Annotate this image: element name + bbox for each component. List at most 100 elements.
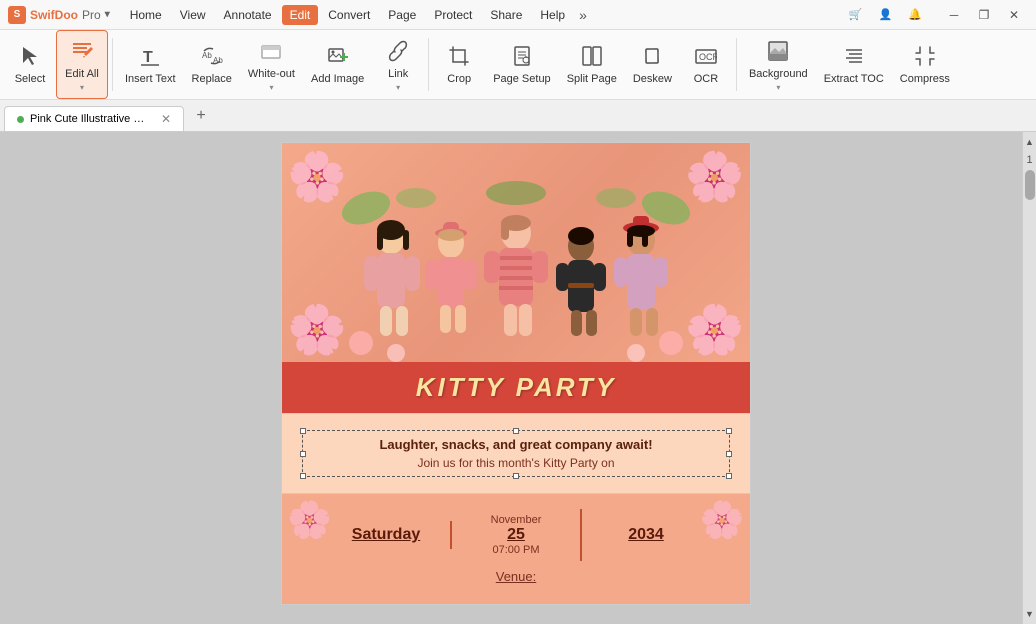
menu-help[interactable]: Help — [532, 5, 573, 25]
add-image-icon — [324, 42, 352, 70]
minimize-button[interactable]: ─ — [940, 5, 968, 25]
replace-icon: AbAb — [198, 42, 226, 70]
background-arrow: ▾ — [776, 83, 780, 92]
tool-replace[interactable]: AbAb Replace — [184, 30, 240, 99]
edit-all-label: Edit All — [65, 68, 99, 81]
user-icon[interactable]: 👤 — [873, 5, 899, 24]
tool-white-out[interactable]: White-out ▾ — [240, 30, 303, 99]
date-year-col: 2034 — [582, 521, 710, 549]
date-month-day-col: November 25 07:00 PM — [452, 509, 582, 561]
floral-top-right: 🌸 — [685, 148, 745, 205]
tool-split-page[interactable]: Split Page — [559, 30, 625, 99]
pdf-date-section: 🌸 🌸 Saturday November 25 07:00 PM 2034 V… — [281, 494, 751, 605]
tool-insert-text[interactable]: T Insert Text — [117, 30, 184, 99]
handle-top-right[interactable] — [726, 428, 732, 434]
main-content-area: 🌸 🌸 — [0, 132, 1036, 624]
invite-text-line2: Join us for this month's Kitty Party on — [313, 456, 719, 470]
app-logo[interactable]: S SwifDooPro ▾ — [8, 6, 110, 24]
app-dropdown-icon[interactable]: ▾ — [105, 9, 110, 20]
pdf-page-image-section: 🌸 🌸 — [281, 142, 751, 414]
tab-add-button[interactable]: + — [188, 103, 214, 129]
crop-icon — [445, 42, 473, 70]
menu-share[interactable]: Share — [482, 5, 530, 25]
tab-label: Pink Cute Illustrative Kitty ...pdf — [30, 113, 151, 125]
tab-close-button[interactable]: ✕ — [161, 112, 171, 126]
tool-link[interactable]: Link ▾ — [372, 30, 424, 99]
handle-top-mid[interactable] — [513, 428, 519, 434]
invite-text-line1: Laughter, snacks, and great company awai… — [313, 437, 719, 452]
background-label: Background — [749, 68, 808, 81]
date-grid: Saturday November 25 07:00 PM 2034 — [282, 509, 750, 561]
menu-protect[interactable]: Protect — [426, 5, 480, 25]
tool-deskew[interactable]: Deskew — [625, 30, 680, 99]
background-icon — [764, 37, 792, 65]
deskew-label: Deskew — [633, 73, 672, 86]
svg-text:Ab: Ab — [213, 56, 223, 65]
tool-extract-toc[interactable]: Extract TOC — [816, 30, 892, 99]
pdf-text-section: Laughter, snacks, and great company awai… — [281, 414, 751, 494]
select-icon — [16, 42, 44, 70]
page-setup-label: Page Setup — [493, 73, 551, 86]
date-time: 07:00 PM — [457, 544, 575, 556]
tool-select[interactable]: Select — [4, 30, 56, 99]
tool-compress[interactable]: Compress — [892, 30, 958, 99]
bell-icon[interactable]: 🔔 — [902, 5, 928, 24]
date-weekday-col: Saturday — [322, 521, 452, 549]
menu-convert[interactable]: Convert — [320, 5, 378, 25]
select-label: Select — [15, 73, 46, 86]
window-controls: ─ ❐ ✕ — [940, 5, 1028, 25]
tool-edit-all[interactable]: Edit All ▾ — [56, 30, 108, 99]
menu-view[interactable]: View — [172, 5, 214, 25]
women-illustration — [336, 178, 696, 378]
tool-background[interactable]: Background ▾ — [741, 30, 816, 99]
page-number: 1 — [1026, 152, 1032, 168]
floral-top-left: 🌸 — [287, 148, 347, 205]
handle-mid-right[interactable] — [726, 451, 732, 457]
tab-status-dot — [17, 116, 24, 123]
logo-icon: S — [8, 6, 26, 24]
app-name: SwifDoo — [30, 8, 78, 22]
floral-bottom-right-top: 🌸 — [685, 301, 745, 358]
svg-text:Ab: Ab — [202, 51, 212, 60]
tool-ocr[interactable]: OCR OCR — [680, 30, 732, 99]
handle-bottom-left[interactable] — [300, 473, 306, 479]
replace-label: Replace — [192, 73, 232, 86]
floral-date-left: 🌸 — [287, 499, 332, 541]
svg-text:T: T — [143, 49, 153, 66]
cart-icon[interactable]: 🛒 — [843, 5, 869, 24]
handle-top-left[interactable] — [300, 428, 306, 434]
ocr-label: OCR — [694, 73, 718, 86]
deskew-icon — [638, 42, 666, 70]
menu-edit[interactable]: Edit — [282, 5, 319, 25]
scroll-down-button[interactable]: ▼ — [1023, 604, 1036, 624]
page-image: 🌸 🌸 — [282, 143, 750, 413]
tool-crop[interactable]: Crop — [433, 30, 485, 99]
white-out-arrow: ▾ — [269, 83, 273, 92]
close-button[interactable]: ✕ — [1000, 5, 1028, 25]
svg-text:OCR: OCR — [699, 52, 717, 62]
extract-toc-label: Extract TOC — [824, 73, 884, 86]
handle-bottom-right[interactable] — [726, 473, 732, 479]
floral-date-right: 🌸 — [700, 499, 745, 541]
menu-more[interactable]: » — [575, 5, 591, 25]
white-out-icon — [257, 37, 285, 65]
menu-annotate[interactable]: Annotate — [216, 5, 280, 25]
pdf-viewer: 🌸 🌸 — [0, 132, 1036, 624]
titlebar: S SwifDooPro ▾ Home View Annotate Edit C… — [0, 0, 1036, 30]
kitty-party-banner: KITTY PARTY — [282, 362, 750, 413]
scroll-up-button[interactable]: ▲ — [1023, 132, 1036, 152]
restore-button[interactable]: ❐ — [970, 5, 998, 25]
main-toolbar: Select Edit All ▾ T Insert Text AbAb Rep… — [0, 30, 1036, 100]
scroll-thumb[interactable] — [1025, 170, 1035, 200]
tool-page-setup[interactable]: Page Setup — [485, 30, 559, 99]
compress-icon — [911, 42, 939, 70]
ocr-icon: OCR — [692, 42, 720, 70]
menu-home[interactable]: Home — [122, 5, 170, 25]
handle-bottom-mid[interactable] — [513, 473, 519, 479]
tab-document[interactable]: Pink Cute Illustrative Kitty ...pdf ✕ — [4, 106, 184, 131]
date-year: 2034 — [587, 526, 705, 544]
handle-mid-left[interactable] — [300, 451, 306, 457]
date-weekday: Saturday — [327, 526, 445, 544]
tool-add-image[interactable]: Add Image — [303, 30, 372, 99]
menu-page[interactable]: Page — [380, 5, 424, 25]
